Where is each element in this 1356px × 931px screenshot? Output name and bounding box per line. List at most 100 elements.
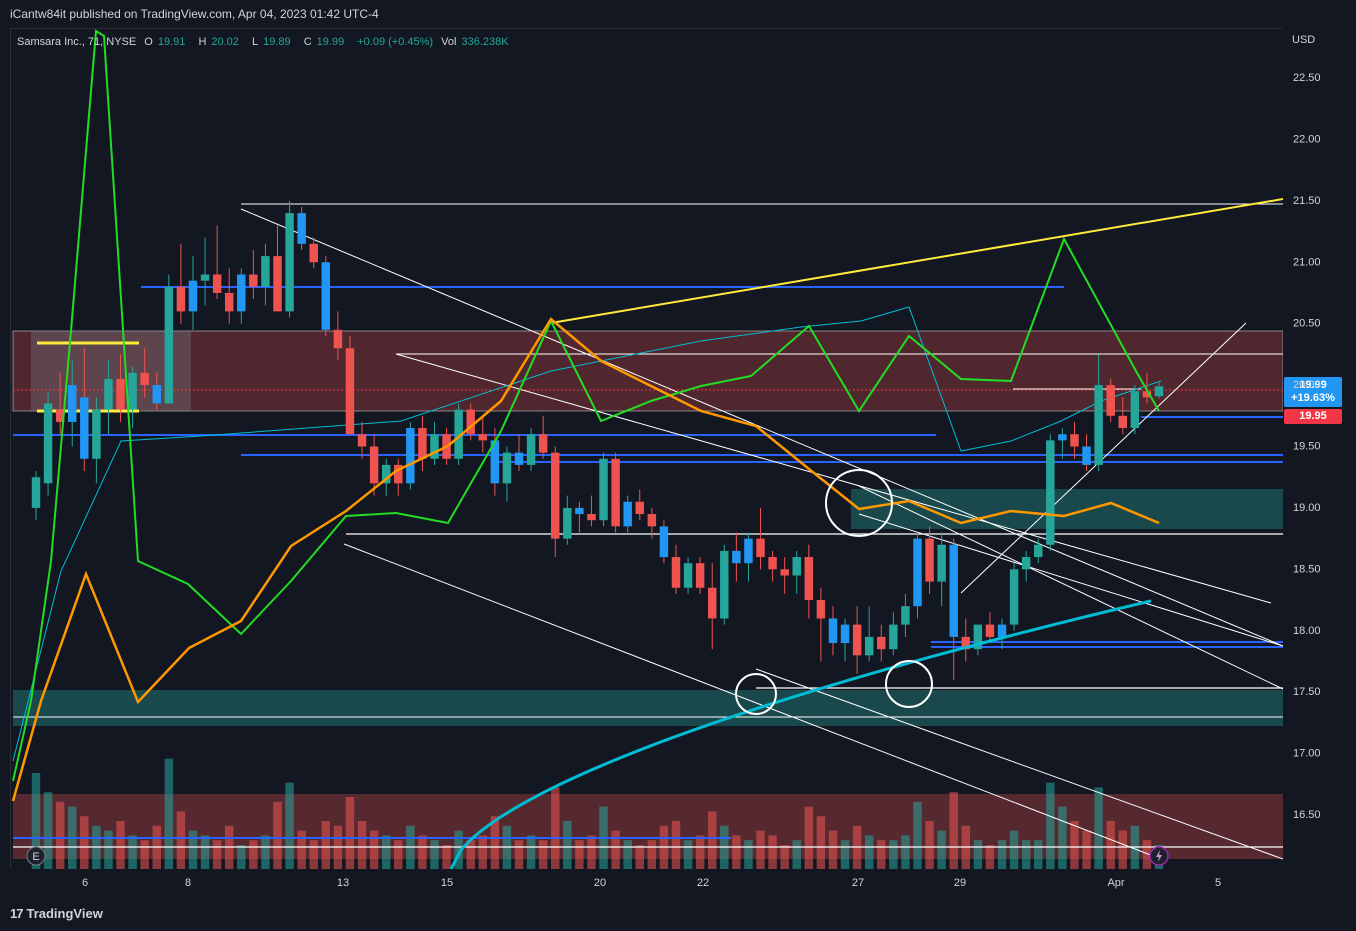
volume-bar [695,835,705,869]
volume-bar [345,797,355,869]
candle-body [1046,440,1055,545]
time-axis[interactable]: 6 8 13 15 20 22 27 29 Apr 5 [10,868,1282,898]
tradingview-brand: TradingView [26,906,103,921]
candle-body [864,636,874,656]
volume-bar [430,840,439,869]
volume-bar [683,840,693,869]
candle-body [43,403,53,484]
price-tick-label: 18.50 [1293,563,1321,575]
candle-body [997,624,1007,637]
candle-body [188,280,198,312]
date-tick-label: 8 [185,877,191,889]
candle-body [200,274,210,281]
candle-body [502,452,512,484]
date-tick-label: 22 [697,877,709,889]
tradingview-logo[interactable]: 17 TradingView [10,906,103,921]
candle-body [418,428,427,459]
demand-zone [851,489,1283,529]
candle-body [925,538,934,582]
candle-body [804,557,814,601]
volume-bar [647,840,657,869]
candle-body [1118,415,1128,429]
price-tick-label: 21.50 [1293,195,1321,207]
chart-canvas[interactable]: E [11,29,1283,869]
candle-body [635,501,644,515]
candle-body [659,526,669,558]
volume-bar [1118,830,1128,869]
candle-body [406,428,415,484]
candle-body [1034,544,1043,558]
volume-bar [1094,787,1103,869]
symbol-label[interactable]: Samsara Inc., 71, NYSE [17,36,136,48]
candle-body [575,507,584,515]
volume-bar [611,830,620,869]
candle-body [671,557,681,588]
candle-body [152,385,161,404]
candle-body [780,569,789,576]
candle-body [840,624,850,644]
volume-bar [828,830,838,869]
volume-bar [707,811,717,869]
earnings-marker[interactable]: E [26,846,46,866]
candle-body [707,587,717,619]
chart-area[interactable]: E [10,28,1283,869]
ohlc-legend: Samsara Inc., 71, NYSE O 19.91 H 20.02 L 19… [17,36,519,48]
volume-bar [889,840,898,869]
volume-bar [997,840,1007,869]
volume-bar [1070,821,1079,869]
candle-body [563,507,572,539]
volume-bar [1009,830,1019,869]
candle-body [623,501,632,527]
date-tick-label: 5 [1215,877,1221,889]
high-value: 20.02 [211,36,239,48]
candle-body [828,618,838,644]
candle-body [237,274,246,312]
resistance-zone [12,330,1283,412]
candle-body [104,378,113,410]
volume-bar [369,830,379,869]
volume-bar [104,830,113,869]
volume-bar [538,840,548,869]
candle-body [985,624,995,637]
volume-bar [249,840,258,869]
candle-body [792,557,801,576]
volume-bar [1106,821,1115,869]
candle-body [1021,557,1031,570]
volume-bar [949,792,958,869]
volume-bar [1021,840,1031,869]
volume-bar [140,840,149,869]
candle-body [913,538,922,607]
volume-bar [756,830,765,869]
volume-bar [985,845,995,869]
price-tick-label: 17.50 [1293,686,1321,698]
volume-bar [394,840,403,869]
candle-body [587,514,596,521]
close-key: C [303,36,312,48]
volume-bar [176,811,186,869]
price-tick-label: 20.00 [1293,379,1321,391]
candle-body [768,557,777,570]
volume-bar [1082,830,1091,869]
close-value: 19.99 [316,36,345,48]
candle-body [285,213,294,312]
candle-body [611,458,620,527]
candle-body [80,397,89,459]
candle-body [176,286,186,312]
event-marker[interactable] [1149,846,1169,866]
price-tick-label: 21.00 [1293,256,1321,268]
candle-body [599,458,608,521]
volume-bar [442,845,451,869]
candle-body [816,600,826,619]
price-tick-label: 20.50 [1293,318,1321,330]
volume-bar [623,840,632,869]
volume-bar [925,821,934,869]
candle-body [1094,385,1103,465]
volume-bar [116,821,125,869]
price-axis[interactable]: 22.50 22.00 21.50 21.00 20.50 20.00 19.50 19.00… [1282,28,1356,898]
volume-bar [732,835,741,869]
publish-info: iCantw84it published on TradingView.com,… [10,7,379,21]
volume-bar [261,835,270,869]
date-tick-label: 13 [337,877,349,889]
volume-bar [587,835,596,869]
candle-body [538,434,548,453]
